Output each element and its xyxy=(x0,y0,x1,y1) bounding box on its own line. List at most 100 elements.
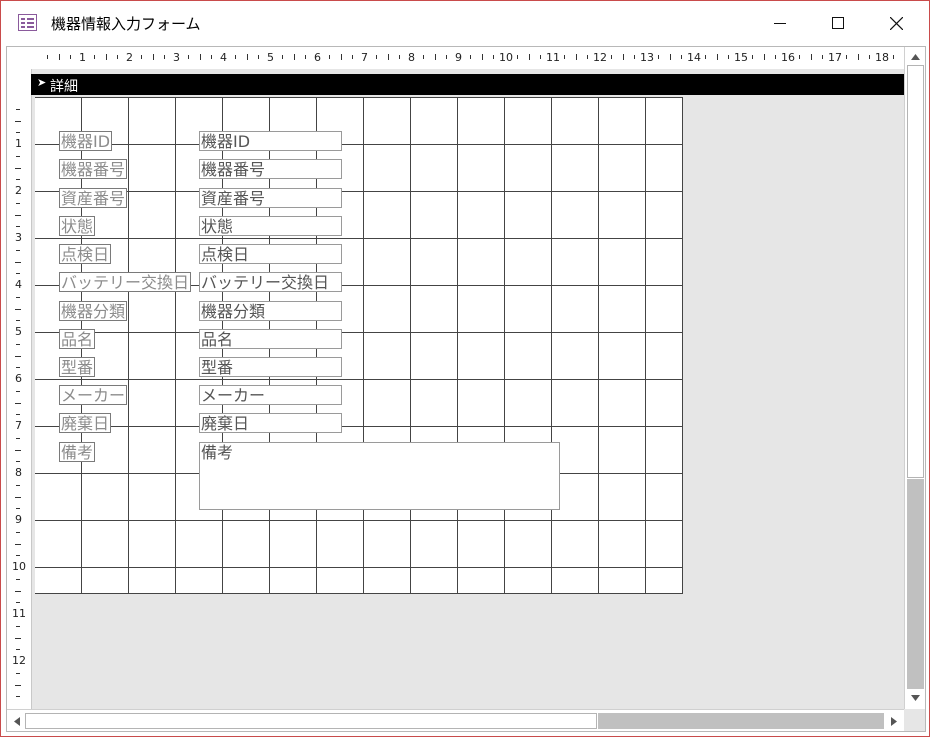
ruler-tick xyxy=(810,54,812,60)
ruler-tick xyxy=(16,249,20,251)
ruler-tick xyxy=(375,55,377,59)
minimize-button[interactable] xyxy=(751,1,809,45)
textbox-device-id[interactable]: 機器ID xyxy=(199,131,342,151)
horizontal-ruler[interactable]: 1 2 3 4 5 6 7 8 9 10 11 12 13 14 15 16 17 18 xyxy=(31,47,904,70)
ruler-tick xyxy=(281,55,283,59)
ruler-tick xyxy=(516,55,518,59)
ruler-tick xyxy=(16,531,20,533)
ruler-label: 16 xyxy=(781,51,795,64)
textbox-maker[interactable]: メーカー xyxy=(199,385,342,405)
textbox-status[interactable]: 状態 xyxy=(199,216,342,236)
form-design-window: 機器情報入力フォーム 1 2 3 4 5 6 7 8 9 10 11 12 13 14 15 16 17 18 ➤… xyxy=(0,0,930,737)
close-button[interactable] xyxy=(867,1,925,45)
scroll-right-icon[interactable] xyxy=(885,713,902,730)
detail-design-grid[interactable]: 機器ID 機器番号 資産番号 状態 点検日 バッテリー交換日 機器分類 品名 型… xyxy=(35,97,683,594)
ruler-tick xyxy=(845,55,847,59)
ruler-tick xyxy=(246,54,248,60)
ruler-tick xyxy=(422,55,424,59)
label-remarks[interactable]: 備考 xyxy=(59,442,96,462)
vertical-scroll-thumb[interactable] xyxy=(907,65,924,478)
ruler-label: 7 xyxy=(15,419,22,432)
ruler-label: 4 xyxy=(220,51,227,64)
ruler-tick xyxy=(481,54,483,60)
ruler-tick xyxy=(258,55,260,59)
textbox-battery-date[interactable]: バッテリー交換日 xyxy=(199,272,342,292)
vertical-scrollbar[interactable] xyxy=(904,47,925,709)
ruler-label: 8 xyxy=(15,466,22,479)
ruler-tick xyxy=(15,402,21,404)
ruler-label: 6 xyxy=(314,51,321,64)
label-device-category[interactable]: 機器分類 xyxy=(59,301,128,321)
ruler-tick xyxy=(892,55,894,59)
label-maker[interactable]: メーカー xyxy=(59,385,128,405)
textbox-inspection-date[interactable]: 点検日 xyxy=(199,244,342,264)
ruler-tick xyxy=(16,343,20,345)
ruler-label: 8 xyxy=(408,51,415,64)
vertical-ruler[interactable]: 1 2 3 4 5 6 7 8 9 10 11 12 xyxy=(7,95,32,709)
ruler-tick xyxy=(16,414,20,416)
ruler-tick xyxy=(16,437,20,439)
ruler-tick xyxy=(751,55,753,59)
textbox-asset-number[interactable]: 資産番号 xyxy=(199,188,342,208)
ruler-tick xyxy=(634,55,636,59)
textbox-remarks[interactable]: 備考 xyxy=(199,442,560,510)
ruler-tick xyxy=(93,55,95,59)
ruler-tick xyxy=(15,543,21,545)
ruler-tick xyxy=(775,55,777,59)
maximize-button[interactable] xyxy=(809,1,867,45)
ruler-tick xyxy=(15,308,21,310)
ruler-tick xyxy=(234,55,236,59)
ruler-tick xyxy=(681,55,683,59)
textbox-device-category[interactable]: 機器分類 xyxy=(199,301,342,321)
label-inspection-date[interactable]: 点検日 xyxy=(59,244,112,264)
vertical-scroll-track[interactable] xyxy=(907,479,924,689)
ruler-tick xyxy=(16,273,20,275)
scroll-left-icon[interactable] xyxy=(8,713,25,730)
textbox-product-name[interactable]: 品名 xyxy=(199,329,342,349)
ruler-tick xyxy=(152,54,154,60)
ruler-tick xyxy=(469,55,471,59)
horizontal-scroll-thumb[interactable] xyxy=(25,713,597,729)
form-selector[interactable] xyxy=(7,47,32,70)
label-status[interactable]: 状態 xyxy=(59,216,96,236)
horizontal-scroll-track[interactable] xyxy=(598,713,884,729)
close-icon xyxy=(889,16,903,30)
ruler-tick xyxy=(328,55,330,59)
ruler-label: 5 xyxy=(15,325,22,338)
ruler-tick xyxy=(434,54,436,60)
ruler-label: 2 xyxy=(15,184,22,197)
form-icon[interactable] xyxy=(18,14,37,31)
ruler-label: 9 xyxy=(15,513,22,526)
horizontal-scrollbar[interactable] xyxy=(7,709,904,731)
scroll-up-icon[interactable] xyxy=(907,48,924,65)
ruler-tick xyxy=(293,54,295,60)
label-asset-number[interactable]: 資産番号 xyxy=(59,188,128,208)
ruler-tick xyxy=(16,226,20,228)
label-disposal-date[interactable]: 廃棄日 xyxy=(59,413,112,433)
label-device-id[interactable]: 機器ID xyxy=(59,131,113,151)
ruler-tick xyxy=(528,54,530,60)
ruler-tick xyxy=(16,578,20,580)
textbox-device-number[interactable]: 機器番号 xyxy=(199,159,342,179)
section-selector[interactable] xyxy=(7,69,32,95)
scroll-down-icon[interactable] xyxy=(907,689,924,706)
textbox-model-number[interactable]: 型番 xyxy=(199,357,342,377)
ruler-tick xyxy=(16,484,20,486)
ruler-label: 10 xyxy=(12,560,26,573)
label-product-name[interactable]: 品名 xyxy=(59,329,96,349)
ruler-label: 3 xyxy=(173,51,180,64)
detail-section-bar[interactable]: ➤ 詳細 xyxy=(31,74,904,95)
ruler-tick xyxy=(15,355,21,357)
label-model-number[interactable]: 型番 xyxy=(59,357,96,377)
ruler-tick xyxy=(822,55,824,59)
ruler-tick xyxy=(16,367,20,369)
label-battery-date[interactable]: バッテリー交換日 xyxy=(59,272,192,292)
ruler-tick xyxy=(669,54,671,60)
label-device-number[interactable]: 機器番号 xyxy=(59,159,128,179)
ruler-tick xyxy=(16,155,20,157)
textbox-disposal-date[interactable]: 廃棄日 xyxy=(199,413,342,433)
ruler-tick xyxy=(15,684,21,686)
ruler-tick xyxy=(70,55,72,59)
ruler-label: 2 xyxy=(126,51,133,64)
ruler-label: 15 xyxy=(734,51,748,64)
